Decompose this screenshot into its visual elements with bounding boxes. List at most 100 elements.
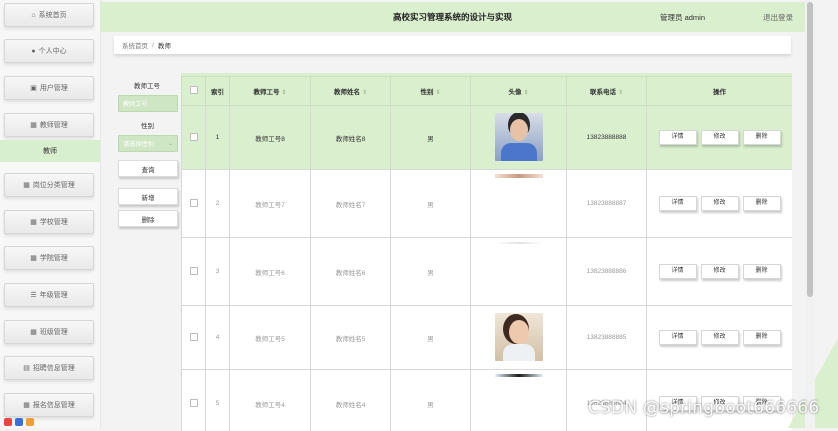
grid-icon: ▦ [30,121,37,129]
gender-cell: 男 [391,238,471,306]
row-checkbox[interactable] [190,199,198,207]
gender-placeholder: 请选择性别 [123,139,154,148]
index-cell: 2 [206,170,230,238]
avatar-image[interactable] [495,113,543,161]
sidebar-item-job-postings[interactable]: ▤招聘信息管理 [4,356,94,380]
sidebar-item-applications[interactable]: ▦报名信息管理 [4,393,94,417]
teacher-table: 索引 教师工号⇕ 教师姓名⇕ 性别⇕ 头像⇕ 联系电话⇕ 操作 1 教师工号8 … [181,73,792,431]
list-icon: ☰ [30,291,36,299]
avatar-image[interactable] [495,242,543,244]
users-icon: ▣ [30,84,37,92]
breadcrumb-separator: / [152,42,154,49]
edit-button[interactable]: 修改 [701,130,739,145]
sidebar-item-label: 报名信息管理 [33,400,75,410]
teacher-id-input[interactable]: 教师工号 [118,95,178,112]
avatar-cell [471,306,567,370]
table-header-row: 索引 教师工号⇕ 教师姓名⇕ 性别⇕ 头像⇕ 联系电话⇕ 操作 [182,77,793,106]
column-header-gender[interactable]: 性别⇕ [391,77,471,106]
row-select-cell [182,238,206,306]
scrollbar-thumb[interactable] [807,2,813,297]
sidebar-item-teachers[interactable]: ▦教师管理 [4,113,94,137]
app-icon [4,418,12,426]
query-button[interactable]: 查询 [118,160,178,177]
batch-delete-button[interactable]: 删除 [118,210,178,227]
add-button[interactable]: 新增 [118,188,178,205]
grid-icon: ▦ [30,328,37,336]
sidebar-item-users[interactable]: ▣用户管理 [4,76,94,100]
column-header-avatar[interactable]: 头像⇕ [471,77,567,106]
teacher-id-label: 教师工号 [134,80,160,90]
sidebar-item-home[interactable]: ⌂系统首页 [4,3,94,27]
teacher-name-cell: 教师姓名7 [311,170,391,238]
delete-button[interactable]: 删除 [743,196,781,211]
teacher-name-cell: 教师姓名6 [311,238,391,306]
teacher-id-placeholder: 教师工号 [123,99,148,108]
table-row[interactable]: 4 教师工号5 教师姓名5 男 13823888885 详情修改删除 [182,306,793,370]
detail-button[interactable]: 详情 [659,264,697,279]
sidebar-item-label: 教师管理 [40,120,68,130]
teacher-id-cell: 教师工号8 [230,106,311,170]
edit-button[interactable]: 修改 [701,330,739,345]
sort-icon: ⇕ [281,90,286,96]
select-all-checkbox[interactable] [190,86,198,94]
actions-cell: 详情修改删除 [647,106,793,170]
row-select-cell [182,170,206,238]
watermark: CSDN @springboot666666 [588,398,819,418]
gender-select[interactable]: 请选择性别⌄ [118,135,178,152]
column-header-label: 索引 [211,89,224,96]
sidebar-item-label: 学院管理 [40,253,68,263]
sidebar-item-label: 个人中心 [39,46,67,56]
row-checkbox[interactable] [190,333,198,341]
delete-button[interactable]: 删除 [743,330,781,345]
teacher-id-cell: 教师工号4 [230,370,311,431]
table-row[interactable]: 3 教师工号6 教师姓名6 男 13823888886 详情修改删除 [182,238,793,306]
phone-cell: 13823888885 [567,306,647,370]
column-header-teacher-id[interactable]: 教师工号⇕ [230,77,311,106]
column-header-label: 头像 [508,89,521,96]
row-checkbox[interactable] [190,133,198,141]
sidebar-subitem-label: 教师 [43,146,57,156]
logout-link[interactable]: 退出登录 [763,12,793,23]
detail-button[interactable]: 详情 [659,196,697,211]
detail-button[interactable]: 详情 [659,330,697,345]
column-header-teacher-name[interactable]: 教师姓名⇕ [311,77,391,106]
column-header-phone[interactable]: 联系电话⇕ [567,77,647,106]
actions-cell: 详情修改删除 [647,238,793,306]
edit-button[interactable]: 修改 [701,264,739,279]
delete-button[interactable]: 删除 [743,130,781,145]
sort-icon: ⇕ [618,90,623,96]
row-checkbox[interactable] [190,399,198,407]
breadcrumb-home[interactable]: 系统首页 [122,40,148,50]
table-row[interactable]: 1 教师工号8 教师姓名8 男 13823888888 详情修改删除 [182,106,793,170]
avatar-image[interactable] [495,174,543,178]
sidebar-subitem-teacher[interactable]: 教师 [0,140,100,162]
sidebar-item-colleges[interactable]: ▦学院管理 [4,246,94,270]
row-select-cell [182,370,206,431]
delete-button[interactable]: 删除 [743,264,781,279]
avatar-cell [471,238,567,306]
user-icon: ● [31,48,35,55]
sort-icon: ⇕ [435,90,440,96]
vertical-scrollbar[interactable] [805,0,815,428]
index-cell: 4 [206,306,230,370]
sidebar-item-grades[interactable]: ☰年级管理 [4,283,94,307]
column-header-label: 操作 [713,89,726,96]
breadcrumb-current: 教师 [158,40,171,50]
detail-button[interactable]: 详情 [659,130,697,145]
breadcrumb: 系统首页 / 教师 [114,36,791,54]
gender-cell: 男 [391,306,471,370]
table-row[interactable]: 2 教师工号7 教师姓名7 男 13823888887 详情修改删除 [182,170,793,238]
row-checkbox[interactable] [190,267,198,275]
sidebar-item-schools[interactable]: ▦学校管理 [4,210,94,234]
avatar-image[interactable] [495,374,543,377]
gender-cell: 男 [391,370,471,431]
edit-button[interactable]: 修改 [701,196,739,211]
sidebar-item-profile[interactable]: ● 个人中心 [4,39,94,63]
doc-icon: ▤ [23,364,30,372]
phone-cell: 13823888887 [567,170,647,238]
app-icon [26,418,34,426]
sidebar-item-classes[interactable]: ▦班级管理 [4,320,94,344]
teacher-id-cell: 教师工号6 [230,238,311,306]
sidebar-item-job-category[interactable]: ▦岗位分类管理 [4,173,94,197]
avatar-image[interactable] [495,313,543,361]
